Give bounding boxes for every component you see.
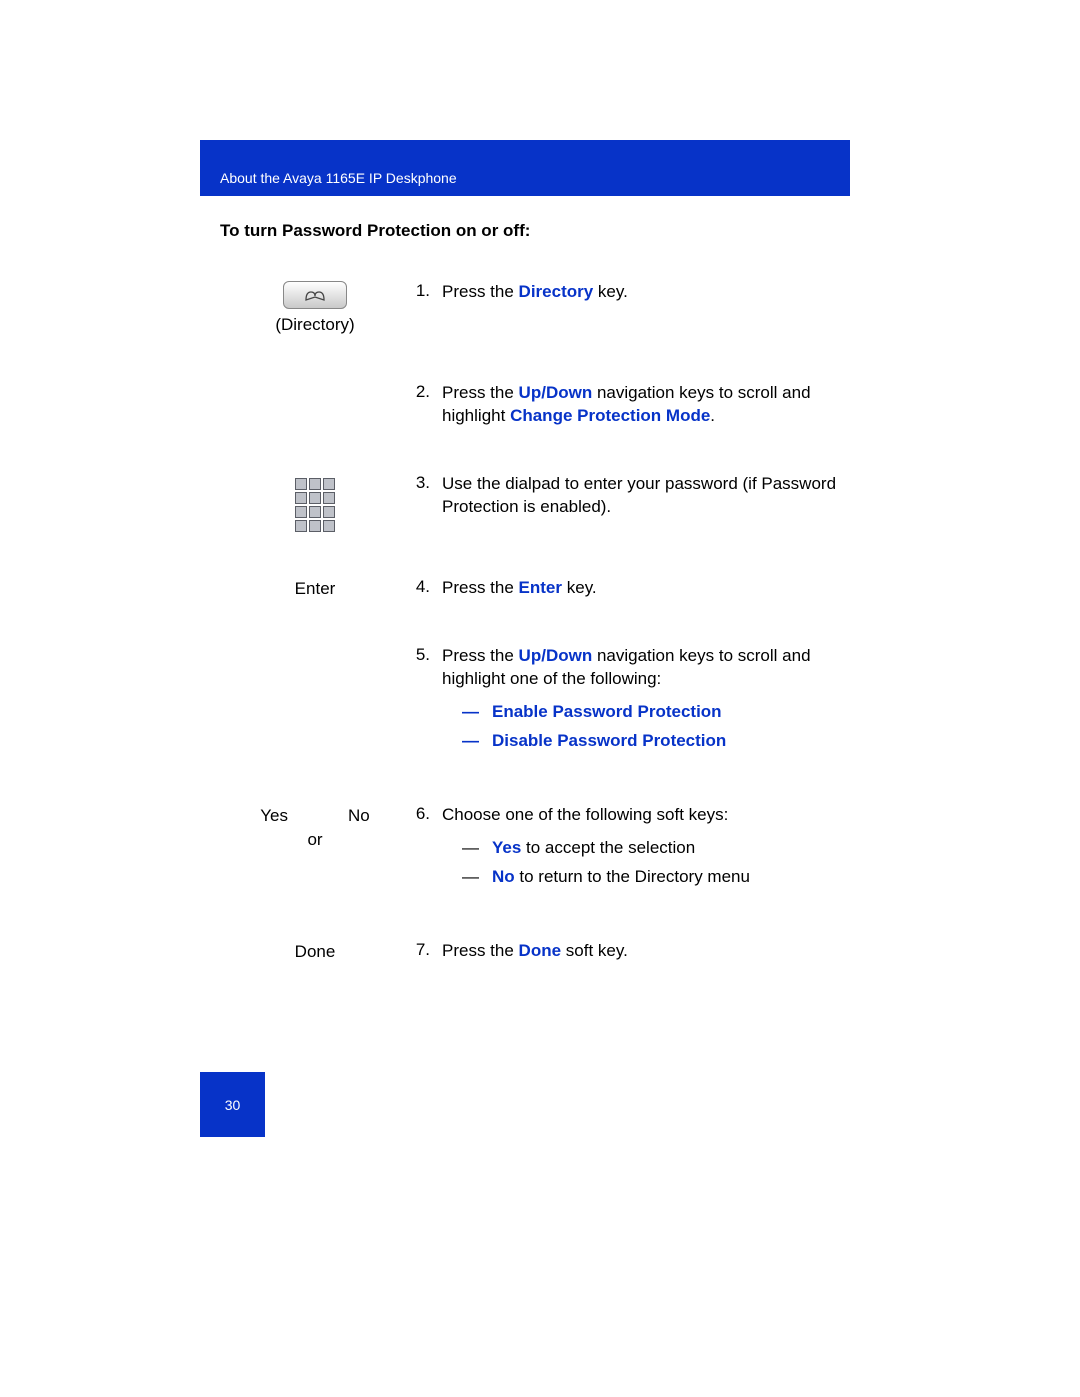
sub-list: — Enable Password Protection — Disable P…: [442, 701, 850, 753]
done-label: Done: [240, 940, 390, 964]
step-figure: Done: [240, 940, 390, 964]
step-number: 5.: [390, 645, 442, 665]
yes-label: Yes: [260, 804, 288, 828]
step-text: Press the Up/Down navigation keys to scr…: [442, 382, 850, 428]
directory-key-icon: [283, 281, 347, 309]
step-text: Choose one of the following soft keys: —…: [442, 804, 850, 895]
step-figure: Yes No or: [240, 804, 390, 852]
step-text: Press the Enter key.: [442, 577, 850, 600]
step-figure: (Directory): [240, 281, 390, 337]
step-row: 2. Press the Up/Down navigation keys to …: [240, 382, 850, 428]
step-row: Enter 4. Press the Enter key.: [240, 577, 850, 601]
page-header: About the Avaya 1165E IP Deskphone: [200, 140, 850, 196]
step-number: 1.: [390, 281, 442, 301]
step-row: 3. Use the dialpad to enter your passwor…: [240, 473, 850, 532]
step-text: Press the Up/Down navigation keys to scr…: [442, 645, 850, 759]
step-number: 3.: [390, 473, 442, 493]
step-text: Press the Directory key.: [442, 281, 850, 304]
dialpad-icon: [295, 478, 335, 532]
step-text: Press the Done soft key.: [442, 940, 850, 963]
step-number: 6.: [390, 804, 442, 824]
sub-item: — No to return to the Directory menu: [462, 866, 850, 889]
enter-label: Enter: [240, 577, 390, 601]
document-page: About the Avaya 1165E IP Deskphone To tu…: [0, 0, 1080, 1397]
section-title: To turn Password Protection on or off:: [220, 221, 850, 241]
step-row: (Directory) 1. Press the Directory key.: [240, 281, 850, 337]
step-row: Done 7. Press the Done soft key.: [240, 940, 850, 964]
directory-label: (Directory): [240, 313, 390, 337]
sub-item: — Yes to accept the selection: [462, 837, 850, 860]
step-text: Use the dialpad to enter your password (…: [442, 473, 850, 519]
step-figure: Enter: [240, 577, 390, 601]
keyword-directory: Directory: [519, 282, 594, 301]
step-row: Yes No or 6. Choose one of the following…: [240, 804, 850, 895]
step-number: 4.: [390, 577, 442, 597]
no-label: No: [348, 804, 370, 828]
step-number: 7.: [390, 940, 442, 960]
sub-list: — Yes to accept the selection — No to re…: [442, 837, 850, 889]
header-text: About the Avaya 1165E IP Deskphone: [220, 170, 457, 186]
step-figure: [240, 473, 390, 532]
sub-item: — Enable Password Protection: [462, 701, 850, 724]
step-number: 2.: [390, 382, 442, 402]
sub-item: — Disable Password Protection: [462, 730, 850, 753]
step-row: 5. Press the Up/Down navigation keys to …: [240, 645, 850, 759]
steps-list: (Directory) 1. Press the Directory key. …: [240, 281, 850, 964]
page-number: 30: [200, 1072, 265, 1137]
or-label: or: [307, 828, 322, 852]
